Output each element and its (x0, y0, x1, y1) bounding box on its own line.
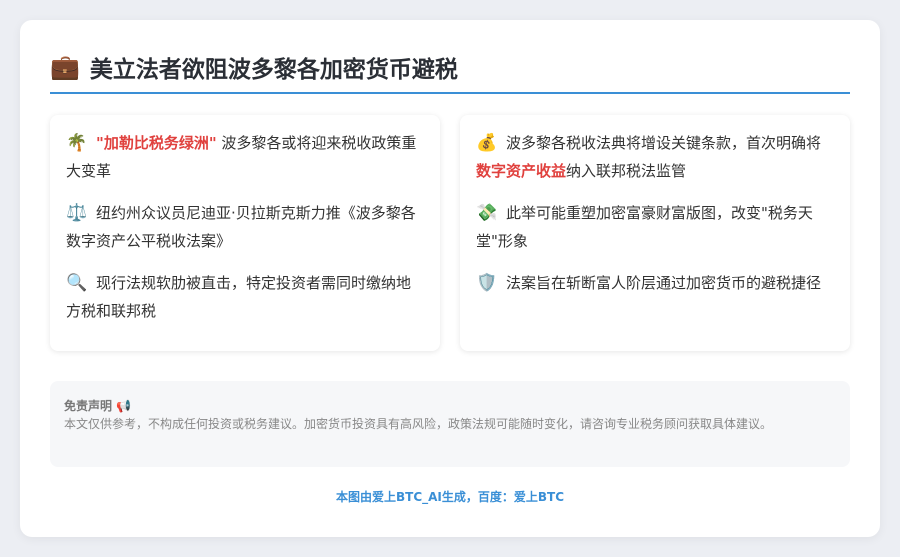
item-text: 现行法规软肋被直击，特定投资者需同时缴纳地方税和联邦税 (66, 274, 412, 320)
money-wings-icon: 💸 (476, 203, 498, 223)
magnifier-icon: 🔍 (66, 273, 88, 293)
scales-icon: ⚖️ (66, 203, 88, 223)
disclaimer-title: 免责声明 📢 (64, 399, 132, 413)
highlight-text: "加勒比税务绿洲" (96, 134, 217, 152)
item-text: 此举可能重塑加密富豪财富版图，改变"税务天堂"形象 (476, 204, 813, 250)
briefcase-icon: 💼 (50, 53, 80, 81)
list-item: 🌴 "加勒比税务绿洲" 波多黎各或将迎来税收政策重大变革 (66, 129, 424, 185)
right-panel: 💰 波多黎各税收法典将增设关键条款，首次明确将数字资产收益纳入联邦税法监管 💸 此举… (460, 115, 850, 351)
footer-credit: 本图由爱上BTC_AI生成，百度：爱上BTC (335, 490, 565, 504)
disclaimer-text: 本文仅供参考，不构成任何投资或税务建议。加密货币投资具有高风险，政策法规可能随时… (64, 417, 773, 431)
highlight-text: 数字资产收益 (476, 162, 567, 180)
item-text: 法案旨在斩断富人阶层通过加密货币的避税捷径 (506, 274, 822, 292)
list-item: 💸 此举可能重塑加密富豪财富版图，改变"税务天堂"形象 (476, 199, 834, 255)
shield-icon: 🛡️ (476, 273, 498, 293)
list-item: 💰 波多黎各税收法典将增设关键条款，首次明确将数字资产收益纳入联邦税法监管 (476, 129, 834, 185)
list-item: ⚖️ 纽约州众议员尼迪亚·贝拉斯克斯力推《波多黎各数字资产公平税收法案》 (66, 199, 424, 255)
palm-tree-icon: 🌴 (66, 133, 88, 153)
item-text-pre: 波多黎各税收法典将增设关键条款，首次明确将 (506, 134, 822, 152)
list-item: 🔍 现行法规软肋被直击，特定投资者需同时缴纳地方税和联邦税 (66, 269, 424, 325)
item-text: 纽约州众议员尼迪亚·贝拉斯克斯力推《波多黎各数字资产公平税收法案》 (66, 204, 416, 250)
left-panel: 🌴 "加勒比税务绿洲" 波多黎各或将迎来税收政策重大变革 ⚖️ 纽约州众议员尼迪亚·… (50, 115, 440, 351)
list-item: 🛡️ 法案旨在斩断富人阶层通过加密货币的避税捷径 (476, 269, 834, 297)
infographic-card: 💼 美立法者欲阻波多黎各加密货币避税 🌴 "加勒比税务绿洲" 波多黎各或将迎来税收… (20, 20, 880, 537)
item-text-post: 纳入联邦税法监管 (566, 162, 687, 180)
money-bag-icon: 💰 (476, 133, 498, 153)
disclaimer-box: 免责声明 📢 本文仅供参考，不构成任何投资或税务建议。加密货币投资具有高风险，政… (50, 381, 850, 467)
title-bar: 💼 美立法者欲阻波多黎各加密货币避税 (50, 50, 850, 94)
page-title: 美立法者欲阻波多黎各加密货币避税 (89, 57, 458, 83)
